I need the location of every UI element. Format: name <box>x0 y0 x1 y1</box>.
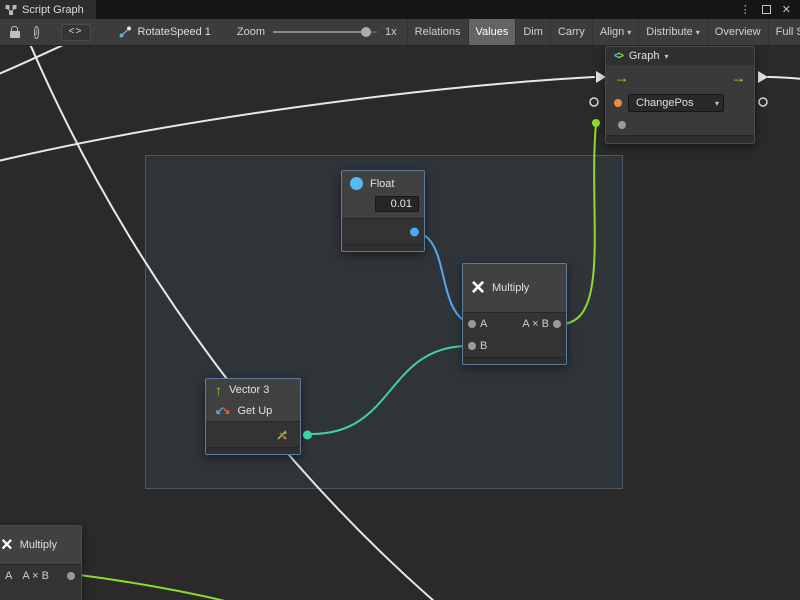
zoom-control: Zoom 1x <box>237 26 397 38</box>
wire-white-to-graph-input[interactable] <box>0 77 594 162</box>
toolbar-button-fullscreen[interactable]: Full Screen <box>768 19 800 45</box>
node-title: Multiply <box>20 539 57 551</box>
node-footer <box>206 447 300 454</box>
title-bar: Script Graph ⋮ ✕ <box>0 0 800 19</box>
port-label-b: B <box>480 340 487 352</box>
wire-white-diagonal[interactable] <box>30 46 435 600</box>
toolbar-button-align[interactable]: Align ▾ <box>592 19 638 45</box>
unity-script-graph-window: { "window": { "title": "Script Graph" },… <box>0 0 800 600</box>
wire-multiply2-output[interactable] <box>72 574 245 600</box>
multiply-input-b-port[interactable] <box>468 342 476 350</box>
node-footer <box>463 357 566 364</box>
vector-output-port[interactable] <box>303 430 312 439</box>
node-vector3-getup[interactable]: ↑ Vector 3 ↙↘ Get Up <box>205 378 301 455</box>
zoom-slider-handle[interactable] <box>361 27 371 37</box>
toolbar-button-group: Relations Values Dim Carry Align ▾ Distr… <box>407 19 800 45</box>
chevron-down-icon[interactable]: ▾ <box>664 52 668 61</box>
flow-output-arrow-icon[interactable]: → <box>731 71 746 86</box>
variable-dropdown[interactable]: ChangePos ▾ <box>628 94 724 112</box>
window-controls: ⋮ ✕ <box>740 3 800 16</box>
multiply2-output-port[interactable] <box>67 572 75 580</box>
node-footer <box>342 244 424 251</box>
flow-input-arrow-icon[interactable]: → <box>614 71 629 86</box>
toolbar-button-overview[interactable]: Overview <box>707 19 768 45</box>
float-output-port[interactable] <box>410 227 419 236</box>
node-multiply-2[interactable]: × Multiply A A × B <box>0 525 82 600</box>
port-label-output: A × B <box>522 318 549 330</box>
breadcrumb-label: RotateSpeed 1 <box>138 26 211 38</box>
node-footer <box>606 135 754 143</box>
node-multiply[interactable]: × Multiply A A × B B <box>462 263 567 365</box>
toolbar-button-distribute[interactable]: Distribute ▾ <box>638 19 706 45</box>
graph-node-title: Graph <box>629 50 660 62</box>
chevron-down-icon: ▾ <box>627 28 631 37</box>
open-port-left[interactable] <box>590 98 598 106</box>
port-label-a: A <box>480 318 487 330</box>
graph-canvas[interactable]: Float 0.01 × Multiply A A × B B <box>0 46 800 600</box>
edit-graph-icon[interactable]: <> <box>61 24 91 41</box>
node-title: Vector 3 <box>229 384 269 396</box>
open-port-right[interactable] <box>759 98 767 106</box>
wire-white-graph-output[interactable] <box>768 77 800 79</box>
toolbar-button-carry[interactable]: Carry <box>550 19 592 45</box>
variable-name-port[interactable] <box>614 99 622 107</box>
script-graph-window-icon <box>5 4 17 16</box>
toolbar-button-relations[interactable]: Relations <box>407 19 468 45</box>
node-graph-changepos[interactable]: <> Graph ▾ → → ChangePos ▾ <box>605 46 755 144</box>
toolbar-button-values[interactable]: Values <box>468 19 516 45</box>
window-menu-icon[interactable]: ⋮ <box>740 3 751 16</box>
script-graph-icon <box>119 26 132 38</box>
variable-name: ChangePos <box>636 97 694 109</box>
wire-getup-to-multiply-b[interactable] <box>309 346 466 434</box>
wire-green-endpoint[interactable] <box>592 119 600 127</box>
zoom-label: Zoom <box>237 26 265 38</box>
close-icon[interactable]: ✕ <box>782 3 791 16</box>
graph-toolbar: i <> RotateSpeed 1 Zoom 1x Relations Val… <box>0 19 800 46</box>
multiply-icon: × <box>471 278 485 298</box>
port-label-a: A <box>5 570 12 582</box>
multiply-icon: × <box>1 536 13 554</box>
float-value-input[interactable]: 0.01 <box>375 196 419 212</box>
maximize-icon[interactable] <box>762 5 771 14</box>
node-title: Float <box>370 178 394 190</box>
multiply-output-port[interactable] <box>553 320 561 328</box>
toolbar-button-dim[interactable]: Dim <box>515 19 550 45</box>
zoom-value: 1x <box>385 26 397 38</box>
lock-icon[interactable] <box>10 27 20 38</box>
value-input-port[interactable] <box>618 121 626 129</box>
zoom-slider[interactable] <box>273 31 377 33</box>
breadcrumb[interactable]: RotateSpeed 1 <box>119 26 211 38</box>
vector-up-icon: ↑ <box>215 383 222 397</box>
chevron-down-icon: ▾ <box>715 99 719 108</box>
node-float[interactable]: Float 0.01 <box>341 170 425 252</box>
info-icon[interactable]: i <box>34 26 39 39</box>
tab-script-graph[interactable]: Script Graph <box>0 0 96 19</box>
multiply-input-a-port[interactable] <box>468 320 476 328</box>
flow-out-triangle-icon[interactable] <box>758 71 768 83</box>
float-type-icon <box>350 177 363 190</box>
vector-port-icon <box>276 429 288 441</box>
window-title: Script Graph <box>22 4 84 16</box>
port-label-output: A × B <box>22 570 49 582</box>
chevron-down-icon: ▾ <box>696 28 700 37</box>
node-title: Multiply <box>492 282 529 294</box>
node-operation: Get Up <box>237 405 272 417</box>
